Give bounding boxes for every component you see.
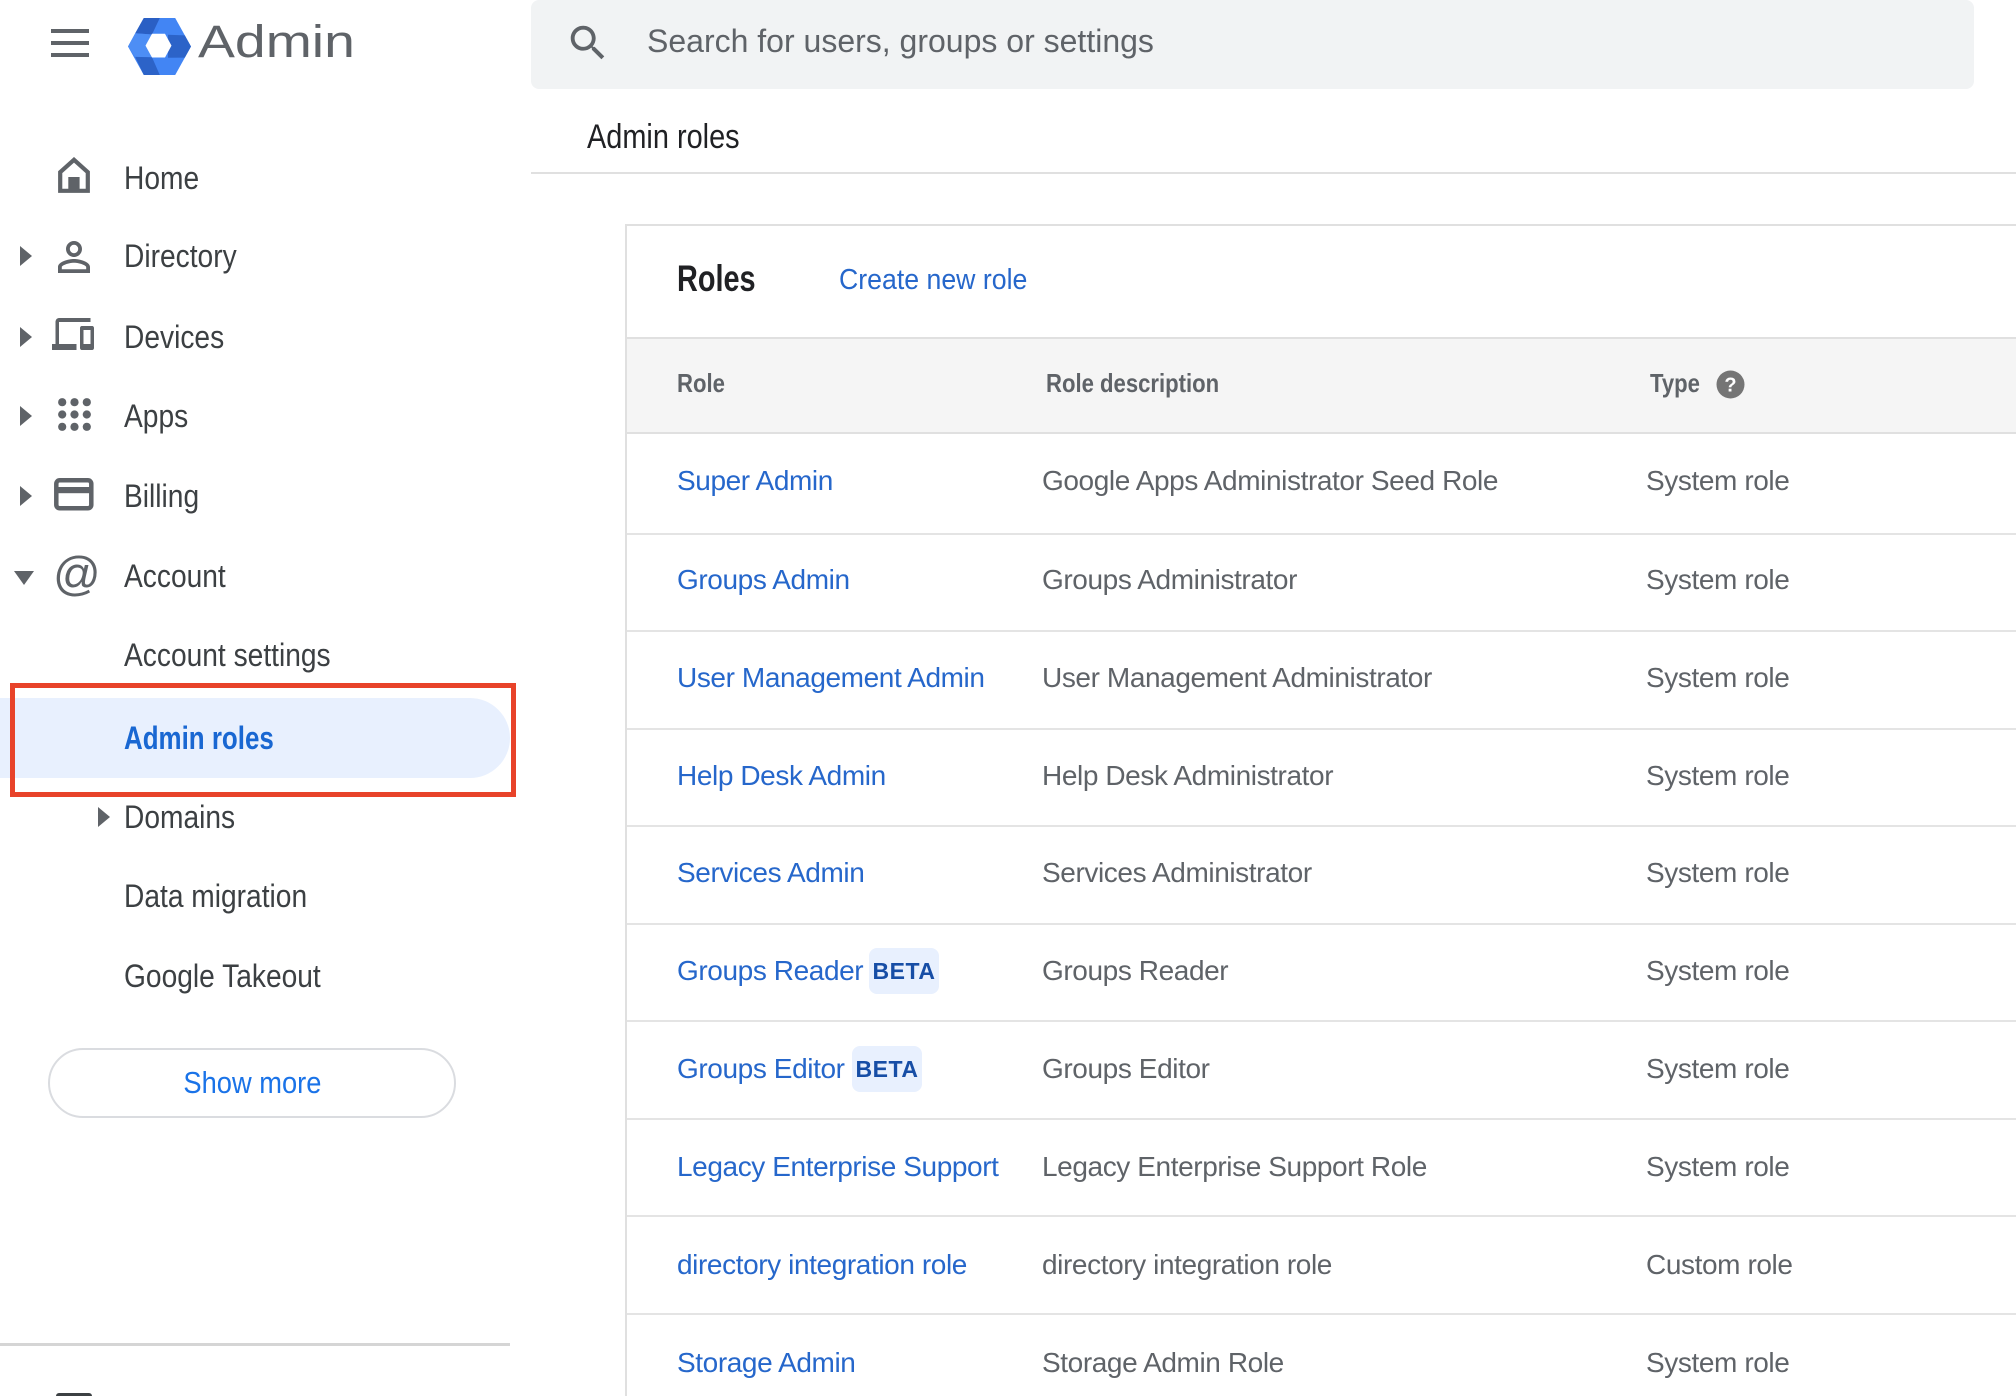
svg-text:?: ? bbox=[1724, 375, 1736, 397]
